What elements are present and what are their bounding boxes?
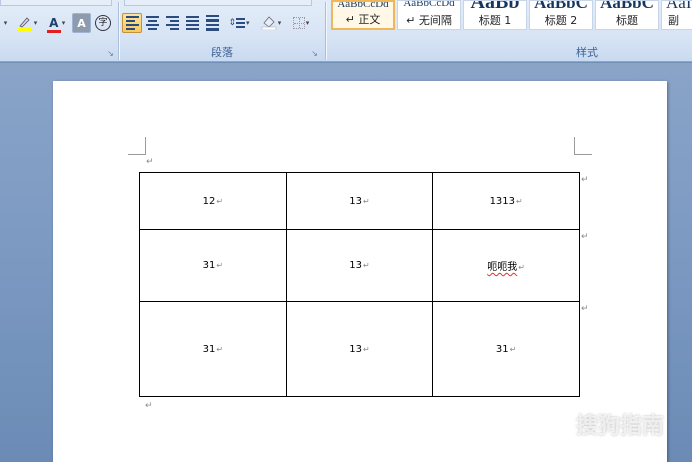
ribbon: ▾ ▾ A ▾ A 字 ↘ ⇕ ▾ ▾ ▾ 段落 ↘ AaBbCcDd ↵ 正文… [0, 0, 692, 62]
table-row: 31↵ 13↵ 31↵ [139, 301, 580, 397]
style-subtitle-name: 副 [668, 14, 679, 27]
character-shading-button[interactable]: A [72, 13, 91, 33]
font-color-button[interactable]: A ▾ [42, 13, 70, 33]
row-end-mark: ↵ [581, 232, 589, 242]
table-cell[interactable]: 13↵ [285, 172, 434, 230]
document-table[interactable]: 12↵ 13↵ 1313↵ 31↵ 13↵ 呃呃我↵ 31↵ 13↵ 31↵ [139, 172, 580, 397]
group-separator [325, 2, 326, 60]
misspelled-text: 呃呃我 [487, 262, 518, 273]
paragraph-dialog-launcher-icon[interactable]: ↘ [310, 49, 319, 58]
paragraph-group: ⇕ ▾ ▾ ▾ 段落 ↘ [120, 0, 324, 62]
font-size-dropdown-arrow[interactable]: ▾ [0, 13, 10, 33]
borders-icon [292, 17, 305, 29]
align-center-button[interactable] [142, 13, 162, 33]
highlighter-pen-icon [17, 15, 33, 31]
styles-group-label: 样式 [576, 46, 598, 59]
style-subtitle[interactable]: AaI 副 [661, 0, 692, 30]
table-cell[interactable]: 31↵ [139, 229, 287, 302]
row-end-mark: ↵ [581, 304, 589, 314]
style-normal[interactable]: AaBbCcDd ↵ 正文 [331, 0, 395, 30]
justify-button[interactable] [182, 13, 202, 33]
row-end-mark: ↵ [581, 175, 589, 185]
enclose-characters-button[interactable]: 字 [93, 13, 113, 33]
distributed-button[interactable] [202, 13, 222, 33]
table-cell[interactable]: 12↵ [139, 172, 287, 230]
font-group-top-row [0, 0, 112, 6]
style-no-spacing[interactable]: AaBbCcDd ↵ 无间隔 [397, 0, 461, 30]
styles-group: AaBbCcDd ↵ 正文 AaBbCcDd ↵ 无间隔 AaBb 标题 1 A… [327, 0, 692, 62]
table-row: 31↵ 13↵ 呃呃我↵ [139, 229, 580, 302]
align-center-icon [145, 16, 159, 30]
table-cell[interactable]: 呃呃我↵ [432, 229, 580, 302]
highlight-button[interactable]: ▾ [12, 13, 42, 33]
paragraph-group-top-row [124, 0, 312, 6]
watermark-logo: 搜狗指南 [545, 408, 664, 440]
watermark-url: zhinan.sogou.com [549, 445, 666, 458]
font-dialog-launcher-icon[interactable]: ↘ [106, 49, 115, 58]
sogou-logo-icon [545, 412, 572, 438]
paragraph-mark: ↵ [145, 401, 153, 411]
document-area[interactable]: ↵ 12↵ 13↵ 1313↵ 31↵ 13↵ 呃呃我↵ 31↵ 13↵ 31↵… [0, 63, 692, 462]
style-heading-2-name: 标题 2 [544, 14, 578, 27]
margin-corner-top-left [128, 137, 146, 155]
line-spacing-icon: ⇕ [228, 18, 246, 28]
table-cell[interactable]: 13↵ [285, 301, 434, 397]
enclose-characters-icon: 字 [95, 15, 111, 31]
borders-button[interactable]: ▾ [288, 13, 314, 33]
shading-button[interactable]: ▾ [256, 13, 286, 33]
align-left-icon [125, 16, 139, 30]
style-title-name: 标题 [616, 14, 638, 27]
line-spacing-button[interactable]: ⇕ ▾ [224, 13, 254, 33]
style-title[interactable]: AaBbC 标题 [595, 0, 659, 30]
style-normal-name: ↵ 正文 [345, 13, 381, 26]
style-heading-1-name: 标题 1 [478, 14, 512, 27]
margin-corner-top-right [574, 137, 592, 155]
table-cell[interactable]: 31↵ [432, 301, 580, 397]
justify-icon [185, 16, 199, 30]
table-cell[interactable]: 13↵ [285, 229, 434, 302]
align-right-button[interactable] [162, 13, 182, 33]
paragraph-group-label: 段落 [211, 46, 233, 59]
paragraph-mark: ↵ [146, 157, 154, 167]
group-separator [118, 2, 119, 60]
align-left-button[interactable] [122, 13, 142, 33]
table-cell[interactable]: 1313↵ [432, 172, 580, 230]
style-heading-1[interactable]: AaBb 标题 1 [463, 0, 527, 30]
style-heading-2[interactable]: AaBbC 标题 2 [529, 0, 593, 30]
font-color-A-icon: A [46, 16, 61, 33]
style-no-spacing-name: ↵ 无间隔 [406, 14, 452, 27]
font-group: ▾ ▾ A ▾ A 字 ↘ [0, 0, 118, 62]
table-cell[interactable]: 31↵ [139, 301, 287, 397]
document-page[interactable]: ↵ 12↵ 13↵ 1313↵ 31↵ 13↵ 呃呃我↵ 31↵ 13↵ 31↵… [53, 81, 667, 462]
table-row: 12↵ 13↵ 1313↵ [139, 172, 580, 230]
distributed-icon [205, 15, 219, 31]
paint-bucket-icon [261, 14, 277, 33]
align-right-icon [165, 16, 179, 30]
